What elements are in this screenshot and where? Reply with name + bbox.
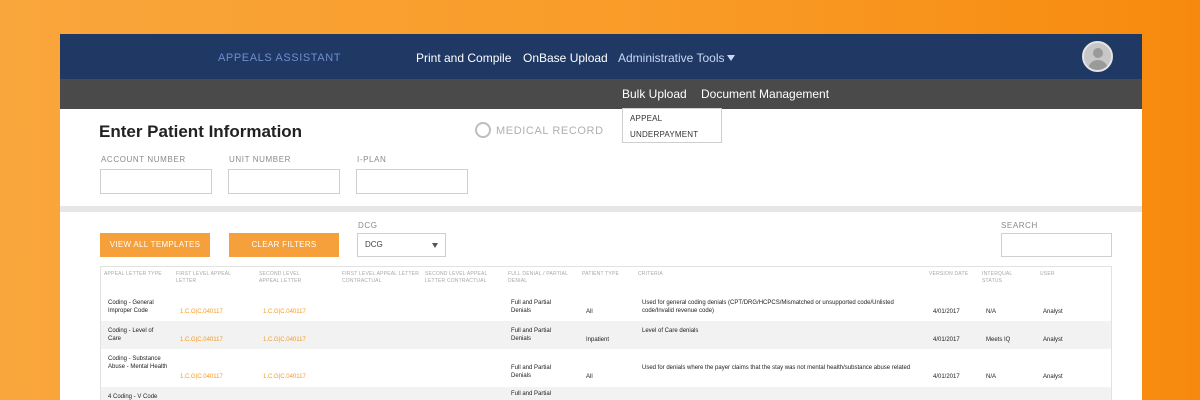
nav-print-and-compile[interactable]: Print and Compile: [416, 51, 511, 65]
account-number-label: ACCOUNT NUMBER: [101, 155, 186, 164]
cell-first-level-link[interactable]: 1.C.G|C.040117: [180, 336, 223, 344]
cell-patient-type: All: [586, 374, 593, 380]
column-header-first-level[interactable]: FIRST LEVEL APPEAL LETTER: [176, 271, 238, 285]
avatar-head: [1093, 48, 1103, 58]
cell-interqual-status: N/A: [986, 309, 997, 315]
cell-criteria: Used for denials where the payer claims …: [642, 365, 911, 371]
i-plan-input[interactable]: [356, 169, 468, 194]
dropdown-item-underpayment[interactable]: UNDERPAYMENT: [630, 130, 698, 139]
dcg-select[interactable]: DCG: [357, 233, 446, 257]
unit-number-label: UNIT NUMBER: [229, 155, 292, 164]
cell-criteria: Used for general coding denials (CPT/DRG…: [642, 300, 894, 314]
cell-version-date: 4/01/2017: [933, 374, 960, 380]
medical-record-radio[interactable]: [475, 122, 491, 138]
top-navbar: APPEALS ASSISTANT Print and Compile OnBa…: [60, 34, 1142, 79]
nav-administrative-tools[interactable]: Administrative Tools: [618, 51, 725, 65]
cell-denial: Full and Partial: [511, 391, 552, 397]
sub-navbar: Bulk Upload Document Management: [60, 79, 1142, 109]
section-divider: [60, 206, 1142, 212]
cell-interqual-status: N/A: [986, 374, 997, 380]
cell-appeal-type: Coding - Substance Abuse - Mental Health: [108, 356, 168, 370]
cell-denial: Full and Partial Denials: [511, 300, 552, 314]
cell-user: Analyst: [1043, 309, 1063, 315]
page-title: Enter Patient Information: [99, 122, 303, 141]
column-header-second-level-contractual[interactable]: SECOND LEVEL APPEAL LETTER CONTRACTUAL: [425, 271, 503, 285]
cell-version-date: 4/01/2017: [933, 309, 960, 315]
templates-table: APPEAL LETTER TYPE FIRST LEVEL APPEAL LE…: [100, 266, 1112, 400]
column-header-first-level-contractual[interactable]: FIRST LEVEL APPEAL LETTER CONTRACTUAL: [342, 271, 422, 285]
column-header-user[interactable]: USER: [1040, 271, 1080, 278]
search-input[interactable]: [1001, 233, 1112, 257]
app-window: APPEALS ASSISTANT Print and Compile OnBa…: [60, 34, 1142, 400]
cell-first-level-link[interactable]: 1.C.G|C.040117: [180, 373, 223, 381]
cell-version-date: 4/01/2017: [933, 337, 960, 343]
cell-patient-type: Inpatient: [586, 337, 610, 343]
bulk-upload-dropdown: APPEAL UNDERPAYMENT: [622, 108, 722, 143]
cell-user: Analyst: [1043, 374, 1063, 380]
table-row[interactable]: Coding - General Improper Code 1.C.G|C.0…: [101, 293, 1111, 321]
dropdown-item-appeal[interactable]: APPEAL: [630, 114, 662, 123]
i-plan-label: I-PLAN: [357, 155, 387, 164]
cell-criteria: Level of Care denials: [642, 328, 699, 334]
cell-second-level-link[interactable]: 1.C.G|C.040117: [263, 308, 306, 316]
avatar-body: [1088, 60, 1108, 70]
cell-interqual-status: Meets IQ: [986, 337, 1011, 343]
dcg-label: DCG: [358, 221, 378, 230]
chevron-down-icon[interactable]: [727, 55, 735, 61]
brand-logo[interactable]: APPEALS ASSISTANT: [218, 52, 341, 64]
cell-user: Analyst: [1043, 337, 1063, 343]
subnav-document-management[interactable]: Document Management: [701, 87, 829, 101]
cell-second-level-link[interactable]: 1.C.G|C.040117: [263, 336, 306, 344]
cell-first-level-link[interactable]: 1.C.G|C.040117: [180, 308, 223, 316]
search-label: SEARCH: [1001, 221, 1038, 230]
cell-second-level-link[interactable]: 1.C.G|C.040117: [263, 373, 306, 381]
clear-filters-button[interactable]: CLEAR FILTERS: [229, 233, 339, 257]
dcg-select-value: DCG: [365, 240, 383, 249]
account-number-input[interactable]: [100, 169, 212, 194]
cell-appeal-type: Coding - Level of Care: [108, 328, 154, 342]
medical-record-label[interactable]: MEDICAL RECORD: [496, 125, 604, 137]
view-all-templates-button[interactable]: VIEW ALL TEMPLATES: [100, 233, 210, 257]
column-header-interqual-status[interactable]: INTERQUAL STATUS: [982, 271, 1032, 285]
cell-appeal-type: Coding - General Improper Code: [108, 300, 154, 314]
column-header-criteria[interactable]: CRITERIA: [638, 271, 698, 278]
table-row[interactable]: Coding - Substance Abuse - Mental Health…: [101, 349, 1111, 387]
column-header-appeal-letter-type[interactable]: APPEAL LETTER TYPE: [104, 271, 174, 278]
unit-number-input[interactable]: [228, 169, 340, 194]
avatar[interactable]: [1082, 41, 1113, 72]
table-row[interactable]: Coding - Level of Care 1.C.G|C.040117 1.…: [101, 321, 1111, 349]
column-header-patient-type[interactable]: PATIENT TYPE: [582, 271, 632, 278]
cell-appeal-type: 4 Coding - V Code: [108, 394, 158, 400]
nav-onbase-upload[interactable]: OnBase Upload: [523, 51, 608, 65]
column-header-second-level[interactable]: SECOND LEVEL APPEAL LETTER: [259, 271, 321, 285]
cell-denial: Full and Partial Denials: [511, 365, 552, 379]
cell-denial: Full and Partial Denials: [511, 328, 552, 342]
table-row[interactable]: 4 Coding - V Code Full and Partial: [101, 387, 1111, 400]
chevron-down-icon: [432, 243, 438, 248]
column-header-version-date[interactable]: VERSION DATE: [929, 271, 979, 278]
subnav-bulk-upload[interactable]: Bulk Upload: [622, 87, 687, 101]
cell-patient-type: All: [586, 309, 593, 315]
column-header-denial[interactable]: FULL DENIAL / PARTIAL DENIAL: [508, 271, 572, 285]
